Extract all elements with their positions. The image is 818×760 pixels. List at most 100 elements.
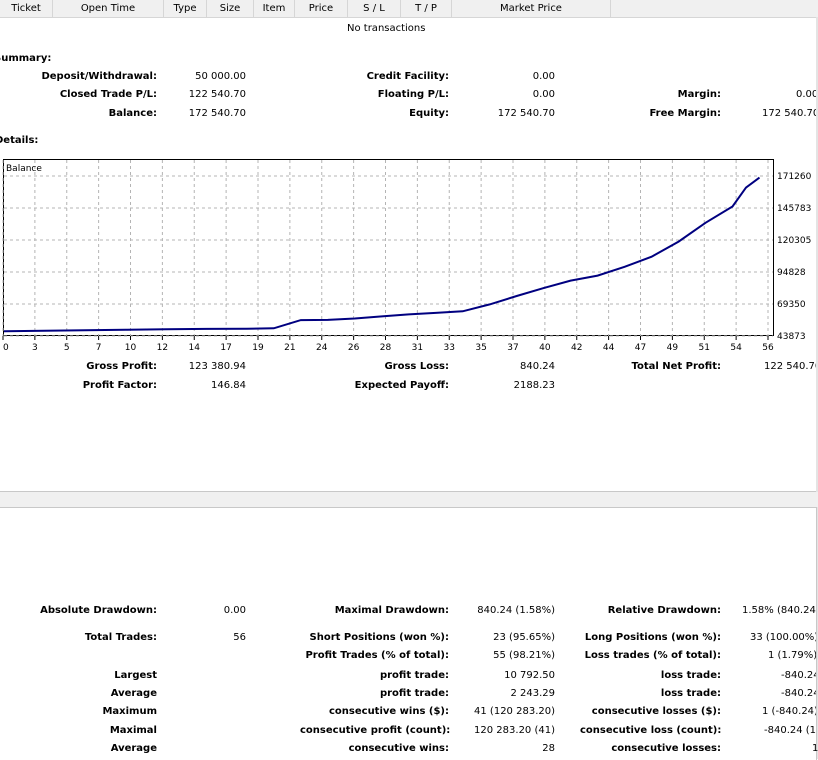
no-transactions-text: No transactions	[347, 23, 426, 34]
profit-factor-label: Profit Factor:	[82, 380, 157, 391]
consecutive-losses-label: consecutive losses ($):	[591, 706, 721, 717]
absolute-drawdown-label: Absolute Drawdown:	[40, 605, 157, 616]
chart-x-axis: 0 3 5 7 10 12 14 17 19 21 24 26 28 31 33 35 37 40 42 44 47 49…	[2, 336, 774, 353]
x-tick-label: 0	[3, 343, 9, 353]
net-profit-label: Total Net Profit:	[631, 361, 721, 372]
absolute-drawdown-value: 0.00	[223, 605, 246, 616]
chart-plot-area	[3, 159, 774, 336]
largest-profit-value: 10 792.50	[504, 670, 555, 681]
transactions-header: Ticket Open Time Type Size Item Price S …	[0, 0, 818, 18]
profit-factor-value: 146.84	[211, 380, 246, 391]
column-header-market-price[interactable]: Market Price	[452, 0, 611, 17]
free-margin-label: Free Margin:	[649, 108, 721, 119]
average-consecutive-wins-value: 28	[542, 743, 555, 754]
gross-profit-value: 123 380.94	[188, 361, 246, 372]
balance-chart: 171260145783120305948286935043873 0 3 5 7 10…	[2, 159, 812, 353]
equity-label: Equity:	[409, 108, 449, 119]
x-tick-label: 12	[157, 343, 168, 353]
column-header-sl[interactable]: S / L	[348, 0, 401, 17]
deposit-label: Deposit/Withdrawal:	[41, 71, 157, 82]
x-tick-label: 51	[699, 343, 710, 353]
x-tick-label: 37	[507, 343, 518, 353]
balance-label: Balance:	[108, 108, 157, 119]
floating-value: 0.00	[532, 89, 555, 100]
x-tick-label: 28	[380, 343, 392, 353]
gross-profit-label: Gross Profit:	[86, 361, 157, 372]
profit-trades-value: 55 (98.21%)	[493, 650, 555, 661]
x-tick-label: 5	[64, 343, 70, 353]
x-tick-label: 3	[32, 343, 38, 353]
column-header-price[interactable]: Price	[295, 0, 348, 17]
margin-label: Margin:	[677, 89, 721, 100]
consecutive-losses-value: 1 (-840.24)	[762, 706, 816, 717]
x-tick-label: 24	[316, 343, 328, 353]
expected-payoff-value: 2188.23	[513, 380, 555, 391]
summary-title: Summary:	[0, 53, 52, 64]
x-tick-label: 49	[667, 343, 679, 353]
average-profit-label: profit trade:	[379, 688, 449, 699]
consecutive-wins-value: 41 (120 283.20)	[474, 706, 555, 717]
column-header-size[interactable]: Size	[207, 0, 254, 17]
expected-payoff-label: Expected Payoff:	[354, 380, 449, 391]
short-positions-value: 23 (95.65%)	[493, 632, 555, 643]
x-tick-label: 10	[125, 343, 137, 353]
loss-trades-value: 1 (1.79%)	[768, 650, 816, 661]
largest-profit-label: profit trade:	[379, 670, 449, 681]
total-trades-value: 56	[233, 632, 246, 643]
maximal-drawdown-label: Maximal Drawdown:	[334, 605, 449, 616]
y-tick-label: 43873	[777, 332, 806, 342]
consecutive-wins-label: consecutive wins ($):	[328, 706, 449, 717]
x-tick-label: 21	[284, 343, 295, 353]
largest-loss-value: -840.24	[781, 670, 816, 681]
maximum-label: Maximum	[102, 706, 157, 717]
y-tick-label: 145783	[777, 204, 811, 214]
closed-pl-label: Closed Trade P/L:	[59, 89, 157, 100]
y-tick-label: 94828	[777, 268, 806, 278]
profit-trades-label: Profit Trades (% of total):	[305, 650, 449, 661]
y-tick-label: 171260	[777, 172, 812, 182]
average-label: Average	[110, 688, 157, 699]
consecutive-loss-value: -840.24 (1)	[764, 725, 816, 736]
relative-drawdown-value: 1.58% (840.24)	[742, 605, 816, 616]
column-header-type[interactable]: Type	[164, 0, 207, 17]
panel-separator[interactable]	[0, 492, 818, 507]
average-consecutive-losses-label: consecutive losses:	[611, 743, 721, 754]
column-header-tp[interactable]: T / P	[401, 0, 452, 17]
chart-title: Balance	[6, 164, 42, 174]
relative-drawdown-label: Relative Drawdown:	[607, 605, 721, 616]
average-consecutive-losses-value: 1	[812, 743, 818, 754]
free-margin-value: 172 540.70	[762, 108, 816, 119]
deposit-value: 50 000.00	[195, 71, 246, 82]
short-positions-label: Short Positions (won %):	[309, 632, 449, 643]
maximal-drawdown-value: 840.24 (1.58%)	[477, 605, 555, 616]
largest-loss-label: loss trade:	[660, 670, 721, 681]
net-profit-value: 122 540.70	[764, 361, 816, 372]
closed-pl-value: 122 540.70	[188, 89, 246, 100]
credit-label: Credit Facility:	[366, 71, 449, 82]
gross-loss-label: Gross Loss:	[384, 361, 449, 372]
x-tick-label: 17	[220, 343, 231, 353]
long-positions-value: 33 (100.00%)	[750, 632, 816, 643]
long-positions-label: Long Positions (won %):	[584, 632, 721, 643]
chart-y-axis: 171260 145783 120305 94828 69350 43873	[777, 172, 812, 342]
column-header-ticket[interactable]: Ticket	[0, 0, 53, 17]
credit-value: 0.00	[532, 71, 555, 82]
column-header-open-time[interactable]: Open Time	[53, 0, 164, 17]
x-tick-label: 42	[571, 343, 582, 353]
x-tick-label: 56	[762, 343, 774, 353]
maximal-label: Maximal	[109, 725, 157, 736]
gross-loss-value: 840.24	[520, 361, 555, 372]
balance-value: 172 540.70	[188, 108, 246, 119]
y-tick-label: 69350	[777, 300, 806, 310]
x-tick-label: 40	[539, 343, 551, 353]
y-tick-label: 120305	[777, 236, 811, 246]
details-title: Details:	[0, 135, 39, 146]
average-loss-label: loss trade:	[660, 688, 721, 699]
column-header-item[interactable]: Item	[254, 0, 295, 17]
loss-trades-label: Loss trades (% of total):	[584, 650, 721, 661]
consecutive-loss-label: consecutive loss (count):	[580, 725, 722, 736]
x-tick-label: 19	[252, 343, 264, 353]
largest-label: Largest	[114, 670, 157, 681]
x-tick-label: 31	[412, 343, 423, 353]
x-tick-label: 26	[348, 343, 360, 353]
